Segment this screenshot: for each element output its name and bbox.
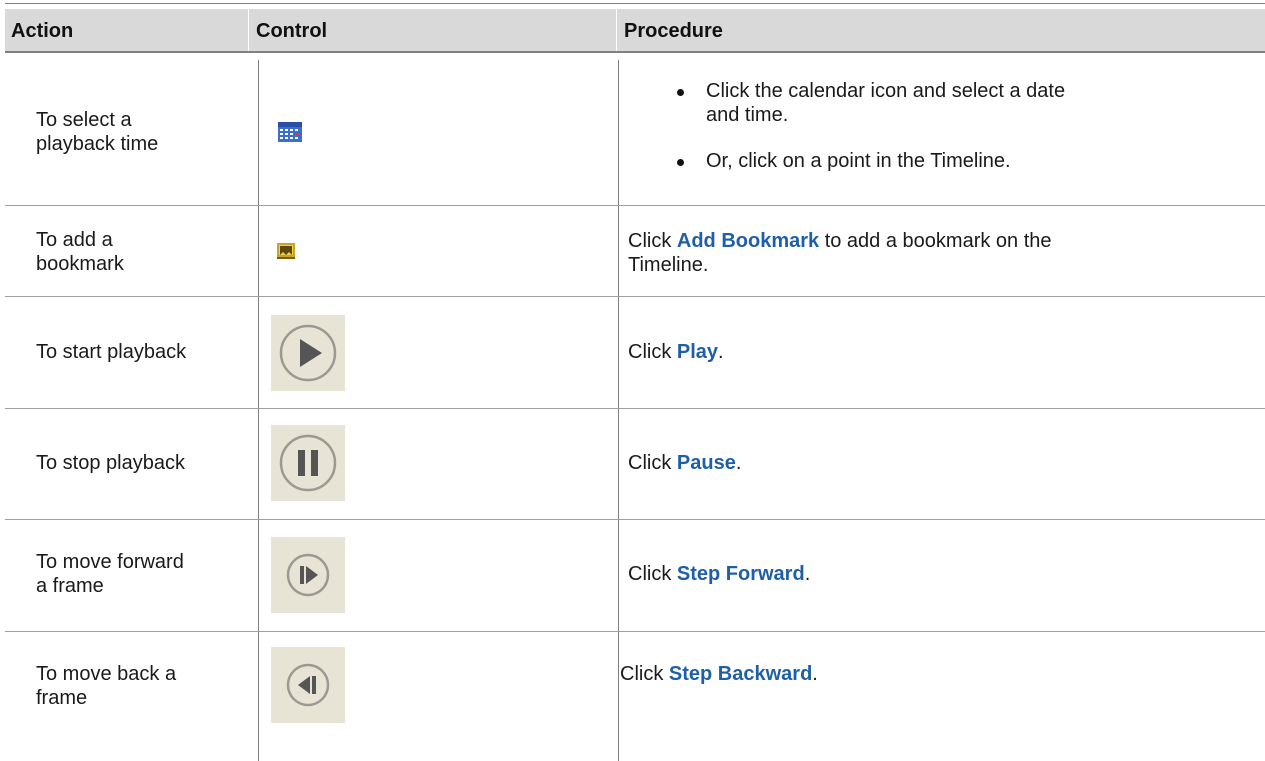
pause-link[interactable]: Pause: [677, 452, 736, 474]
action-select-playback-time: To select a playback time: [36, 109, 159, 155]
step-forward-icon[interactable]: [271, 537, 345, 613]
row-divider: [5, 408, 1265, 409]
action-step-forward: To move forward a frame: [36, 551, 184, 597]
header-control: Control: [256, 20, 328, 42]
header-divider: [616, 9, 617, 51]
header-action: Action: [11, 20, 74, 42]
procedure-step-backward: Click Step Backward.: [620, 663, 818, 685]
play-link[interactable]: Play: [677, 341, 718, 363]
row-divider: [5, 631, 1265, 632]
procedure-bullet-2: Or, click on a point in the Timeline.: [706, 150, 1011, 172]
procedure-add-bookmark-line2: Timeline.: [628, 254, 709, 276]
procedure-bullet-1: Click the calendar icon and select a dat…: [706, 80, 1066, 126]
action-add-bookmark: To add a bookmark: [36, 229, 124, 275]
procedure-play: Click Play.: [628, 341, 724, 363]
column-divider: [618, 60, 619, 761]
procedure-pause: Click Pause.: [628, 452, 742, 474]
top-rule: [5, 3, 1265, 4]
calendar-icon[interactable]: [278, 122, 302, 147]
header-procedure: Procedure: [624, 20, 723, 42]
action-step-backward: To move back a frame: [36, 663, 177, 709]
bullet: [677, 89, 684, 96]
add-bookmark-link[interactable]: Add Bookmark: [677, 230, 819, 252]
bookmark-icon[interactable]: [277, 243, 295, 264]
table-header: Action Control Procedure: [5, 9, 1265, 53]
row-divider: [5, 519, 1265, 520]
column-divider: [258, 60, 259, 761]
step-forward-link[interactable]: Step Forward: [677, 563, 805, 585]
header-divider: [248, 9, 249, 51]
pause-icon[interactable]: [271, 425, 345, 501]
row-divider: [5, 296, 1265, 297]
procedure-add-bookmark: Click Add Bookmark to add a bookmark on …: [628, 230, 1052, 252]
play-icon[interactable]: [271, 315, 345, 391]
step-backward-icon[interactable]: [271, 647, 345, 723]
bullet: [677, 159, 684, 166]
action-start-playback: To start playback: [36, 341, 187, 363]
procedure-step-forward: Click Step Forward.: [628, 563, 811, 585]
step-backward-link[interactable]: Step Backward: [669, 663, 812, 685]
row-divider: [5, 205, 1265, 206]
action-stop-playback: To stop playback: [36, 452, 185, 474]
